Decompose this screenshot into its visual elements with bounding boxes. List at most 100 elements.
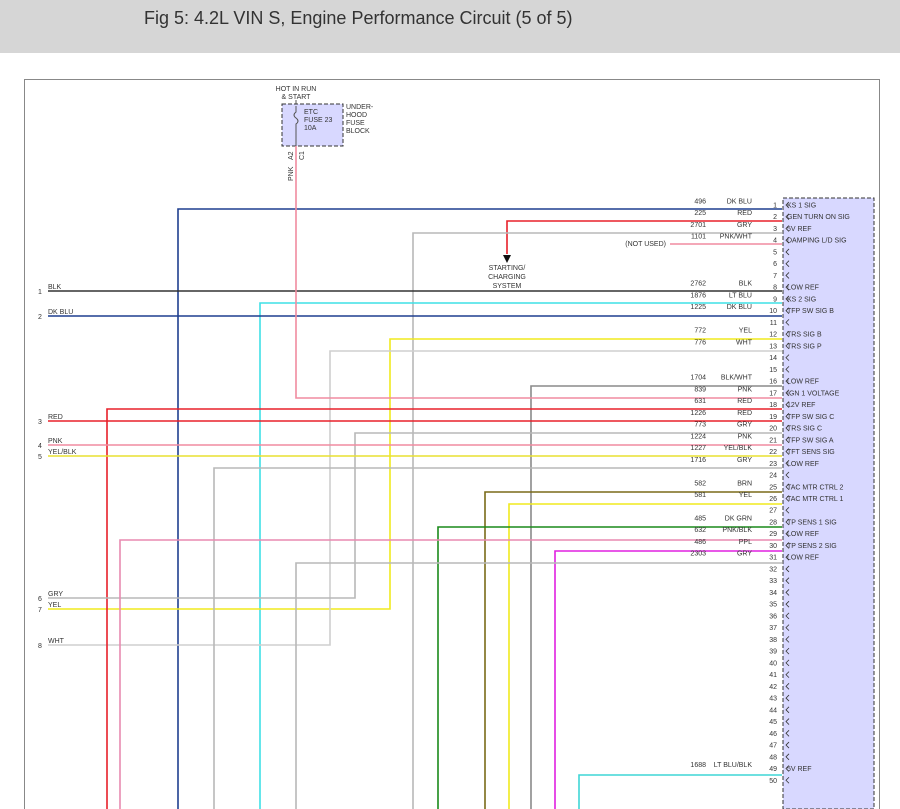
pin-wire-color: BLK/WHT	[721, 375, 753, 382]
pin-circuit-number: 581	[694, 492, 706, 499]
pin-number: 27	[769, 508, 777, 515]
pin-number: 44	[769, 707, 777, 714]
pin-circuit-number: 1704	[690, 375, 706, 382]
pin-number: 49	[769, 766, 777, 773]
pin-wire-color: GRY	[737, 551, 752, 558]
pin-number: 34	[769, 590, 777, 597]
pin-signal-label: TAC MTR CTRL 2	[787, 484, 843, 491]
left-connection-wire-color: WHT	[48, 638, 65, 645]
pin-signal-label: 5V REF	[787, 766, 812, 773]
fuse-pin-a: A2	[288, 151, 295, 160]
pin-circuit-number: 1688	[690, 762, 706, 769]
pin-number: 20	[769, 426, 777, 433]
pin-number: 13	[769, 343, 777, 350]
pin-number: 25	[769, 484, 777, 491]
pin-signal-label: LOW REF	[787, 461, 819, 468]
pin-circuit-number: 582	[694, 480, 706, 487]
pin-number: 14	[769, 355, 777, 362]
pin-circuit-number: 2762	[690, 281, 706, 288]
wire-pin-49	[578, 774, 782, 809]
pin-wire-color: PNK	[738, 386, 753, 393]
pin-signal-label: KS 1 SIG	[787, 203, 816, 210]
pin-number: 30	[769, 543, 777, 550]
pin-circuit-number: 773	[694, 422, 706, 429]
pin-number: 2	[773, 214, 777, 221]
pin-signal-label: TRS SIG P	[787, 343, 822, 350]
pin-signal-label: LOW REF	[787, 379, 819, 386]
pin-number: 17	[769, 390, 777, 397]
pin-number: 36	[769, 613, 777, 620]
pin-signal-label: TFT SENS SIG	[787, 449, 835, 456]
pin-number: 29	[769, 531, 777, 538]
pin-number: 28	[769, 519, 777, 526]
pin-number: 47	[769, 743, 777, 750]
fuse-supply-label-2: & START	[282, 94, 312, 101]
pin-circuit-number: 632	[694, 527, 706, 534]
pin-wire-color: PNK/WHT	[720, 234, 753, 241]
left-connection-number: 4	[38, 443, 42, 450]
pin-number: 48	[769, 754, 777, 761]
pin-number: 38	[769, 637, 777, 644]
pin-wire-color: YEL/BLK	[724, 445, 753, 452]
pin-number: 12	[769, 332, 777, 339]
pin-signal-label: TAC MTR CTRL 1	[787, 496, 843, 503]
pin-signal-label: LOW REF	[787, 555, 819, 562]
starting-system-label-1: STARTING/	[489, 265, 526, 272]
fuse-pin-c: C1	[299, 151, 306, 160]
pin-signal-label: KS 2 SIG	[787, 296, 816, 303]
pin-number: 43	[769, 696, 777, 703]
pin-wire-color: DK BLU	[727, 304, 752, 311]
pin-number: 9	[773, 296, 777, 303]
fuse-rating: 10A	[304, 125, 317, 132]
pin-wire-color: RED	[737, 210, 752, 217]
left-connection-wire-color: PNK	[48, 438, 63, 445]
pin-wire-color: GRY	[737, 457, 752, 464]
pin-number: 42	[769, 684, 777, 691]
pin-signal-label: GEN TURN ON SIG	[787, 214, 850, 221]
left-connection-wire-color: DK BLU	[48, 309, 73, 316]
pin-signal-label: TRS SIG C	[787, 426, 822, 433]
left-connection-number: 2	[38, 314, 42, 321]
pin-number: 24	[769, 473, 777, 480]
pin-signal-label: TFP SW SIG C	[787, 414, 834, 421]
pin-number: 22	[769, 449, 777, 456]
pin-circuit-number: 225	[694, 210, 706, 217]
starting-system-label-2: CHARGING	[488, 274, 526, 281]
pin-number: 4	[773, 238, 777, 245]
pin-number: 21	[769, 437, 777, 444]
pin-number: 26	[769, 496, 777, 503]
pin-number: 45	[769, 719, 777, 726]
left-connection-number: 1	[38, 289, 42, 296]
pin-signal-label: TP SENS 1 SIG	[787, 519, 837, 526]
pin-wire-color: RED	[737, 398, 752, 405]
left-connection-number: 8	[38, 643, 42, 650]
wire-pin-13	[48, 350, 782, 646]
pin-wire-color: PNK	[738, 433, 753, 440]
pin-circuit-number: 839	[694, 386, 706, 393]
pin-number: 31	[769, 555, 777, 562]
pin-number: 37	[769, 625, 777, 632]
left-connection-number: 3	[38, 419, 42, 426]
pin-number: 35	[769, 602, 777, 609]
pin-circuit-number: 1716	[690, 457, 706, 464]
left-connection-wire-color: GRY	[48, 591, 63, 598]
pin-number: 3	[773, 226, 777, 233]
wire-pin-17	[295, 146, 782, 399]
wire-pin-31	[295, 562, 782, 809]
pin-signal-label: DAMPING L/D SIG	[787, 238, 847, 245]
fuse-block-label-1: UNDER-	[346, 104, 374, 111]
pin-signal-label: IGN 1 VOLTAGE	[787, 390, 840, 397]
pin-signal-label: LOW REF	[787, 531, 819, 538]
wire-pin-12	[48, 338, 782, 610]
pin-number: 16	[769, 379, 777, 386]
pin-number: 41	[769, 672, 777, 679]
pin-circuit-number: 2303	[690, 551, 706, 558]
wire-pin-29	[119, 539, 782, 809]
pin-wire-color: PNK/BLK	[722, 527, 752, 534]
fuse-block-label-2: HOOD	[346, 112, 367, 119]
fuse-name: ETC	[304, 109, 318, 116]
pin-circuit-number: 485	[694, 515, 706, 522]
pin-wire-color: PPL	[739, 539, 752, 546]
pin-number: 6	[773, 261, 777, 268]
left-connection-wire-color: YEL/BLK	[48, 449, 77, 456]
